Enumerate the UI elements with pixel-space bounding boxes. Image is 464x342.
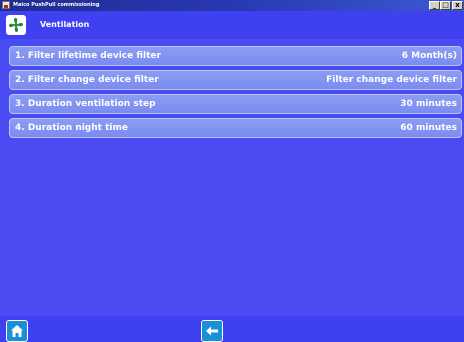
app-window: Maico PushPull commissioning _ □ x Venti… [0, 0, 464, 342]
list-item-filter-lifetime[interactable]: 1. Filter lifetime device filter 6 Month… [9, 46, 462, 66]
settings-list: 1. Filter lifetime device filter 6 Month… [9, 46, 462, 142]
home-button[interactable] [6, 320, 28, 342]
app-icon [2, 1, 10, 9]
list-item-label: 4. Duration night time [15, 123, 128, 133]
window-title: Maico PushPull commissioning [13, 2, 100, 8]
minimize-button[interactable]: _ [429, 1, 440, 10]
footer-bar [0, 316, 464, 342]
window-titlebar[interactable]: Maico PushPull commissioning _ □ x [0, 0, 464, 11]
list-item-value: 30 minutes [400, 99, 457, 109]
maximize-button[interactable]: □ [440, 1, 451, 10]
page-title: Ventilation [40, 20, 90, 29]
back-button[interactable] [201, 320, 223, 342]
list-item-label: 1. Filter lifetime device filter [15, 51, 161, 61]
list-item-value: 60 minutes [400, 123, 457, 133]
page-header: Ventilation [0, 11, 464, 39]
list-item-value: Filter change device filter [326, 75, 457, 85]
list-item-label: 2. Filter change device filter [15, 75, 159, 85]
close-button[interactable]: x [452, 1, 463, 10]
list-item-duration-night-time[interactable]: 4. Duration night time 60 minutes [9, 118, 462, 138]
home-icon [11, 325, 23, 337]
fan-icon [6, 15, 26, 35]
list-item-duration-ventilation-step[interactable]: 3. Duration ventilation step 30 minutes [9, 94, 462, 114]
list-item-value: 6 Month(s) [401, 51, 457, 61]
arrow-left-icon [206, 326, 218, 336]
list-item-label: 3. Duration ventilation step [15, 99, 156, 109]
list-item-filter-change[interactable]: 2. Filter change device filter Filter ch… [9, 70, 462, 90]
